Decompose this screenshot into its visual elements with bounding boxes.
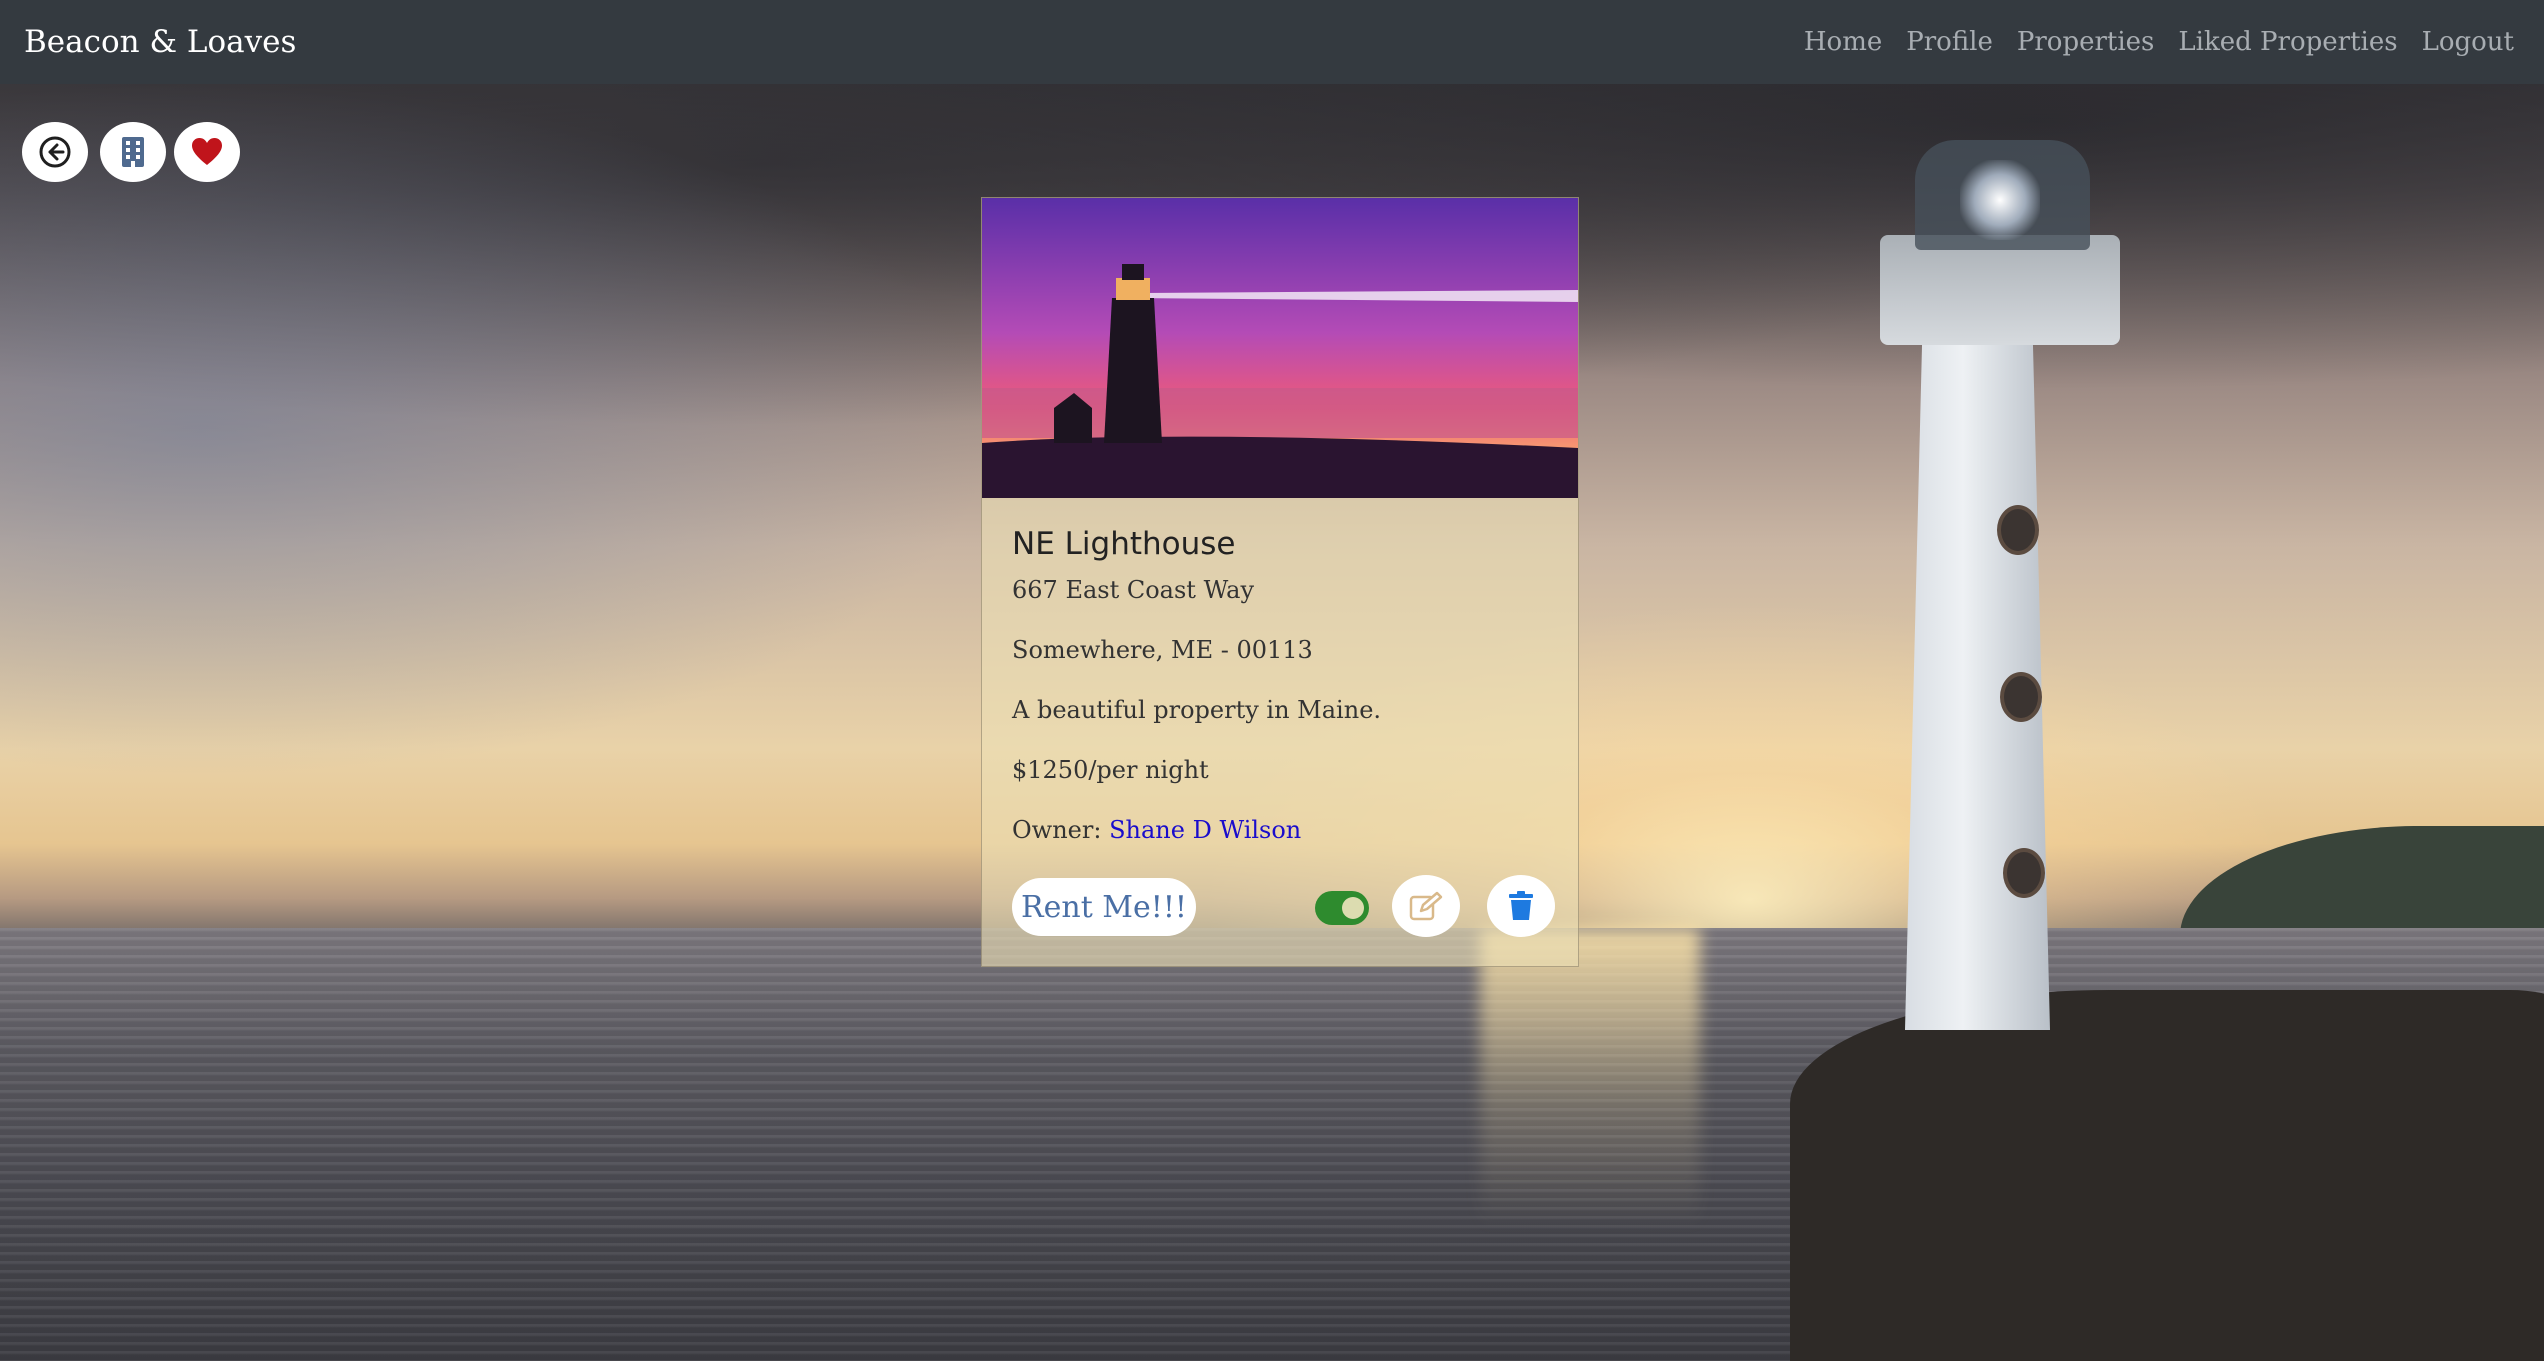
trash-icon bbox=[1509, 891, 1533, 920]
owner-line: Owner: Shane D Wilson bbox=[1012, 816, 1552, 844]
property-details: NE Lighthouse 667 East Coast Way Somewhe… bbox=[1012, 526, 1552, 876]
navbar: Beacon & Loaves Home Profile Properties … bbox=[0, 0, 2544, 84]
owner-link[interactable]: Shane D Wilson bbox=[1109, 816, 1301, 844]
sky-blue-haze bbox=[0, 80, 1000, 780]
lighthouse-window bbox=[2000, 672, 2042, 722]
property-title: NE Lighthouse bbox=[1012, 526, 1236, 562]
building-icon bbox=[122, 137, 144, 167]
rocks bbox=[1790, 990, 2544, 1361]
lighthouse-lamp bbox=[1960, 160, 2040, 240]
delete-button[interactable] bbox=[1487, 875, 1555, 937]
sea-glint bbox=[1480, 928, 1700, 1228]
nav-link-profile[interactable]: Profile bbox=[1894, 27, 2005, 57]
nav-links: Home Profile Properties Liked Properties… bbox=[1792, 27, 2526, 57]
address-line-1: 667 East Coast Way bbox=[1012, 576, 1255, 604]
back-arrow-icon bbox=[39, 136, 71, 168]
address-line-2: Somewhere, ME - 00113 bbox=[1012, 636, 1313, 664]
property-description: A beautiful property in Maine. bbox=[1012, 696, 1382, 724]
property-price: $1250/per night bbox=[1012, 756, 1209, 784]
nav-link-home[interactable]: Home bbox=[1792, 27, 1894, 57]
back-button[interactable] bbox=[22, 122, 88, 182]
property-image bbox=[982, 198, 1578, 498]
properties-button[interactable] bbox=[100, 122, 166, 182]
availability-toggle[interactable] bbox=[1315, 891, 1369, 925]
toggle-knob bbox=[1342, 897, 1364, 919]
brand-link[interactable]: Beacon & Loaves bbox=[24, 24, 296, 60]
property-card: NE Lighthouse 667 East Coast Way Somewhe… bbox=[981, 197, 1579, 967]
nav-link-properties[interactable]: Properties bbox=[2005, 27, 2167, 57]
edit-button[interactable] bbox=[1392, 875, 1460, 937]
liked-button[interactable] bbox=[174, 122, 240, 182]
rent-button[interactable]: Rent Me!!! bbox=[1012, 878, 1196, 936]
heart-icon bbox=[192, 138, 222, 165]
lighthouse-window bbox=[1997, 505, 2039, 555]
lighthouse-window bbox=[2003, 848, 2045, 898]
nav-link-liked-properties[interactable]: Liked Properties bbox=[2166, 27, 2409, 57]
lighthouse-gallery bbox=[1880, 235, 2120, 345]
edit-icon bbox=[1409, 891, 1443, 921]
owner-label: Owner: bbox=[1012, 816, 1102, 844]
nav-link-logout[interactable]: Logout bbox=[2410, 27, 2526, 57]
